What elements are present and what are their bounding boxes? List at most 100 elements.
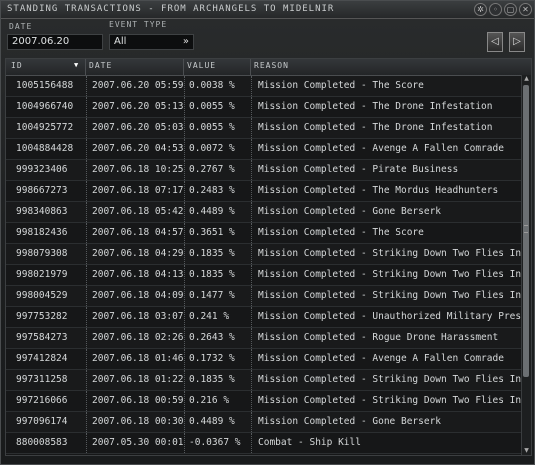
row-value: 0.0072 % xyxy=(189,143,235,154)
row-id: 997311258 xyxy=(16,374,68,385)
row-reason: Mission Completed - The Drone Infestatio… xyxy=(258,122,493,133)
table-row[interactable]: 997584273 2007.06.18 02:26 0.2643 % Mission… xyxy=(6,328,522,349)
close-icon[interactable]: ✕ xyxy=(519,3,532,16)
row-reason: Mission Completed - Striking Down Two Fl… xyxy=(258,269,522,280)
event-type-select[interactable]: All » xyxy=(109,34,194,50)
row-value: 0.3651 % xyxy=(189,227,235,238)
cell-divider xyxy=(251,244,252,264)
row-date: 2007.06.18 01:46 xyxy=(92,353,184,364)
cell-divider xyxy=(184,202,185,222)
table-body: 1005156488 2007.06.20 05:59 0.0038 % Missio… xyxy=(6,76,522,454)
row-id: 880008583 xyxy=(16,437,68,448)
row-id: 1005156488 xyxy=(16,80,74,91)
cell-divider xyxy=(251,433,252,453)
row-reason: Mission Completed - Gone Berserk xyxy=(258,416,442,427)
row-reason: Mission Completed - Striking Down Two Fl… xyxy=(258,290,522,301)
row-id: 997412824 xyxy=(16,353,68,364)
minimize-icon[interactable]: ◦ xyxy=(489,3,502,16)
row-date: 2007.06.18 04:09 xyxy=(92,290,184,301)
grip-icon xyxy=(524,225,528,233)
row-id: 998004529 xyxy=(16,290,68,301)
row-reason: Mission Completed - Striking Down Two Fl… xyxy=(258,395,522,406)
cell-divider xyxy=(184,244,185,264)
table-row[interactable]: 997216066 2007.06.18 00:59 0.216 % Mission … xyxy=(6,391,522,412)
cell-divider xyxy=(86,244,87,264)
cell-divider xyxy=(86,412,87,432)
cell-divider xyxy=(184,76,185,96)
vertical-scrollbar[interactable]: ▲ ▼ xyxy=(521,75,531,455)
table-row[interactable]: 1004884428 2007.06.20 04:53 0.0072 % Missio… xyxy=(6,139,522,160)
cell-divider xyxy=(86,97,87,117)
table-row[interactable]: 997096174 2007.06.18 00:30 0.4489 % Mission… xyxy=(6,412,522,433)
cell-divider xyxy=(251,118,252,138)
cell-divider xyxy=(251,307,252,327)
row-date: 2007.06.18 03:07 xyxy=(92,311,184,322)
row-value: 0.2767 % xyxy=(189,164,235,175)
row-reason: Mission Completed - Unauthorized Militar… xyxy=(258,311,522,322)
cell-divider xyxy=(184,97,185,117)
column-header-reason[interactable]: REASON xyxy=(254,61,289,70)
table-row[interactable]: 1004925772 2007.06.20 05:03 0.0055 % Missio… xyxy=(6,118,522,139)
next-page-button[interactable]: ▷ xyxy=(509,32,525,52)
table-row[interactable]: 997753282 2007.06.18 03:07 0.241 % Mission … xyxy=(6,307,522,328)
cell-divider xyxy=(251,139,252,159)
row-value: 0.1477 % xyxy=(189,290,235,301)
table-row[interactable]: 1005156488 2007.06.20 05:59 0.0038 % Missio… xyxy=(6,76,522,97)
arrow-left-icon: ◁ xyxy=(491,36,499,47)
scroll-up-icon[interactable]: ▲ xyxy=(522,75,531,83)
table-row[interactable]: 998182436 2007.06.18 04:57 0.3651 % Mission… xyxy=(6,223,522,244)
row-reason: Mission Completed - The Score xyxy=(258,80,424,91)
cell-divider xyxy=(184,118,185,138)
cell-divider xyxy=(86,139,87,159)
cell-divider xyxy=(184,181,185,201)
column-header-value[interactable]: VALUE xyxy=(187,61,216,70)
table-row[interactable]: 998021979 2007.06.18 04:13 0.1835 % Mission… xyxy=(6,265,522,286)
column-divider[interactable] xyxy=(250,59,251,75)
table-row[interactable]: 998340863 2007.06.18 05:42 0.4489 % Mission… xyxy=(6,202,522,223)
table-row[interactable]: 998079308 2007.06.18 04:29 0.1835 % Mission… xyxy=(6,244,522,265)
sort-descending-icon[interactable]: ▼ xyxy=(74,61,79,69)
row-id: 998021979 xyxy=(16,269,68,280)
cell-divider xyxy=(251,265,252,285)
row-date: 2007.06.18 04:29 xyxy=(92,248,184,259)
lock-icon[interactable]: ▢ xyxy=(504,3,517,16)
date-input[interactable]: 2007.06.20 xyxy=(7,34,103,50)
column-header-id[interactable]: ID xyxy=(11,61,23,70)
table-row[interactable]: 1004966740 2007.06.20 05:13 0.0055 % Missio… xyxy=(6,97,522,118)
row-value: 0.216 % xyxy=(189,395,230,406)
row-reason: Mission Completed - Pirate Business xyxy=(258,164,459,175)
column-header-date[interactable]: DATE xyxy=(89,61,112,70)
row-date: 2007.06.18 00:59 xyxy=(92,395,184,406)
table-row[interactable]: 997412824 2007.06.18 01:46 0.1732 % Mission… xyxy=(6,349,522,370)
table-row[interactable]: 880008583 2007.05.30 00:01 -0.0367 % Combat… xyxy=(6,433,522,454)
row-reason: Mission Completed - The Drone Infestatio… xyxy=(258,101,493,112)
scroll-down-icon[interactable]: ▼ xyxy=(522,447,531,455)
row-value: 0.241 % xyxy=(189,311,230,322)
row-value: 0.4489 % xyxy=(189,416,235,427)
column-divider[interactable] xyxy=(85,59,86,75)
cell-divider xyxy=(251,286,252,306)
row-date: 2007.06.18 04:57 xyxy=(92,227,184,238)
row-id: 997753282 xyxy=(16,311,68,322)
row-date: 2007.06.20 05:59 xyxy=(92,80,184,91)
table-row[interactable]: 997311258 2007.06.18 01:22 0.1835 % Mission… xyxy=(6,370,522,391)
cell-divider xyxy=(86,328,87,348)
pin-icon[interactable]: ✲ xyxy=(474,3,487,16)
row-value: 0.2643 % xyxy=(189,332,235,343)
scroll-thumb[interactable] xyxy=(523,85,529,377)
cell-divider xyxy=(184,370,185,390)
row-id: 1004884428 xyxy=(16,143,74,154)
table-row[interactable]: 998667273 2007.06.18 07:17 0.2483 % Mission… xyxy=(6,181,522,202)
row-date: 2007.06.20 04:53 xyxy=(92,143,184,154)
cell-divider xyxy=(184,433,185,453)
filter-bar: DATE 2007.06.20 EVENT TYPE All » xyxy=(1,19,534,57)
row-date: 2007.06.18 07:17 xyxy=(92,185,184,196)
cell-divider xyxy=(86,160,87,180)
previous-page-button[interactable]: ◁ xyxy=(487,32,503,52)
table-row[interactable]: 999323406 2007.06.18 10:25 0.2767 % Mission… xyxy=(6,160,522,181)
cell-divider xyxy=(251,160,252,180)
row-id: 998340863 xyxy=(16,206,68,217)
title-bar[interactable]: STANDING TRANSACTIONS - FROM ARCHANGELS … xyxy=(1,1,534,19)
table-row[interactable]: 998004529 2007.06.18 04:09 0.1477 % Mission… xyxy=(6,286,522,307)
column-divider[interactable] xyxy=(183,59,184,75)
